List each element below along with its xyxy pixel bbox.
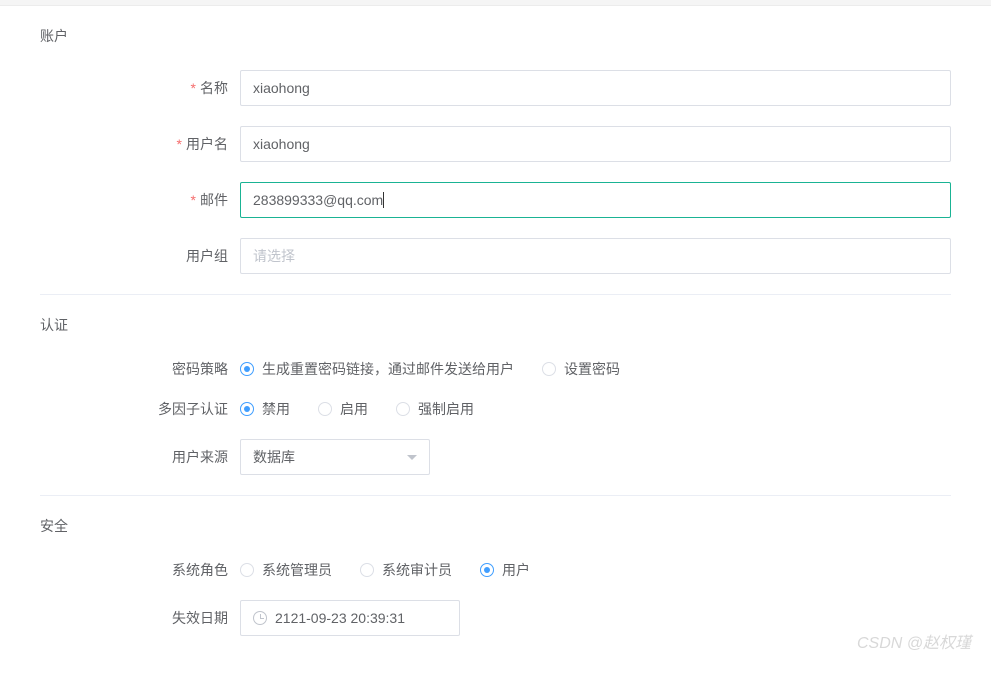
radio-mfa-disable[interactable]: 禁用 <box>240 399 290 419</box>
radio-label-mfa-enable: 启用 <box>340 399 368 419</box>
row-source: 用户来源 数据库 <box>40 439 951 475</box>
input-email[interactable]: 283899333@qq.com <box>240 182 951 218</box>
row-mfa: 多因子认证 禁用 启用 强制启用 <box>40 399 951 419</box>
row-name: 名称 <box>40 70 951 106</box>
select-source-value: 数据库 <box>253 447 295 467</box>
label-email: 邮件 <box>40 190 240 210</box>
radio-role-user[interactable]: 用户 <box>480 560 530 580</box>
row-role: 系统角色 系统管理员 系统审计员 用户 <box>40 560 951 580</box>
radio-icon <box>480 563 494 577</box>
radio-icon <box>240 362 254 376</box>
input-expiry-date[interactable]: 2121-09-23 20:39:31 <box>240 600 460 636</box>
radio-role-auditor[interactable]: 系统审计员 <box>360 560 452 580</box>
label-expiry: 失效日期 <box>40 608 240 628</box>
radio-mfa-force[interactable]: 强制启用 <box>396 399 474 419</box>
radio-label-role-auditor: 系统审计员 <box>382 560 452 580</box>
radio-label-reset-link: 生成重置密码链接，通过邮件发送给用户 <box>262 359 514 379</box>
input-name[interactable] <box>240 70 951 106</box>
section-title-account: 账户 <box>40 26 951 46</box>
radio-label-role-admin: 系统管理员 <box>262 560 332 580</box>
radio-mfa-enable[interactable]: 启用 <box>318 399 368 419</box>
clock-icon <box>253 611 267 625</box>
section-title-security: 安全 <box>40 516 951 536</box>
radio-icon <box>240 563 254 577</box>
label-username: 用户名 <box>40 134 240 154</box>
row-username: 用户名 <box>40 126 951 162</box>
section-account: 账户 名称 用户名 邮件 283899333@qq.com 用户组 <box>40 26 951 295</box>
label-mfa: 多因子认证 <box>40 399 240 419</box>
radio-label-mfa-disable: 禁用 <box>262 399 290 419</box>
radio-group-role: 系统管理员 系统审计员 用户 <box>240 560 530 580</box>
section-auth: 认证 密码策略 生成重置密码链接，通过邮件发送给用户 设置密码 多因子认证 <box>40 315 951 496</box>
section-title-auth: 认证 <box>40 315 951 335</box>
label-group: 用户组 <box>40 246 240 266</box>
row-email: 邮件 283899333@qq.com <box>40 182 951 218</box>
select-source[interactable]: 数据库 <box>240 439 430 475</box>
label-source: 用户来源 <box>40 447 240 467</box>
radio-role-admin[interactable]: 系统管理员 <box>240 560 332 580</box>
radio-label-role-user: 用户 <box>502 560 530 580</box>
row-expiry: 失效日期 2121-09-23 20:39:31 <box>40 600 951 636</box>
label-name: 名称 <box>40 78 240 98</box>
radio-label-mfa-force: 强制启用 <box>418 399 474 419</box>
select-group-placeholder: 请选择 <box>253 246 295 266</box>
radio-icon <box>396 402 410 416</box>
email-value-text: 283899333@qq.com <box>253 192 383 208</box>
radio-set-password[interactable]: 设置密码 <box>542 359 620 379</box>
row-group: 用户组 请选择 <box>40 238 951 274</box>
form-container: 账户 名称 用户名 邮件 283899333@qq.com 用户组 <box>0 6 991 676</box>
text-caret <box>383 192 384 208</box>
label-role: 系统角色 <box>40 560 240 580</box>
radio-group-password-policy: 生成重置密码链接，通过邮件发送给用户 设置密码 <box>240 359 620 379</box>
row-password-policy: 密码策略 生成重置密码链接，通过邮件发送给用户 设置密码 <box>40 359 951 379</box>
radio-group-mfa: 禁用 启用 强制启用 <box>240 399 474 419</box>
label-password-policy: 密码策略 <box>40 359 240 379</box>
radio-password-reset-link[interactable]: 生成重置密码链接，通过邮件发送给用户 <box>240 359 514 379</box>
input-username[interactable] <box>240 126 951 162</box>
radio-icon <box>240 402 254 416</box>
expiry-value-text: 2121-09-23 20:39:31 <box>275 610 405 626</box>
radio-icon <box>318 402 332 416</box>
radio-label-set-password: 设置密码 <box>564 359 620 379</box>
radio-icon <box>360 563 374 577</box>
select-group[interactable]: 请选择 <box>240 238 951 274</box>
radio-icon <box>542 362 556 376</box>
section-security: 安全 系统角色 系统管理员 系统审计员 用户 <box>40 516 951 656</box>
chevron-down-icon <box>407 455 417 460</box>
